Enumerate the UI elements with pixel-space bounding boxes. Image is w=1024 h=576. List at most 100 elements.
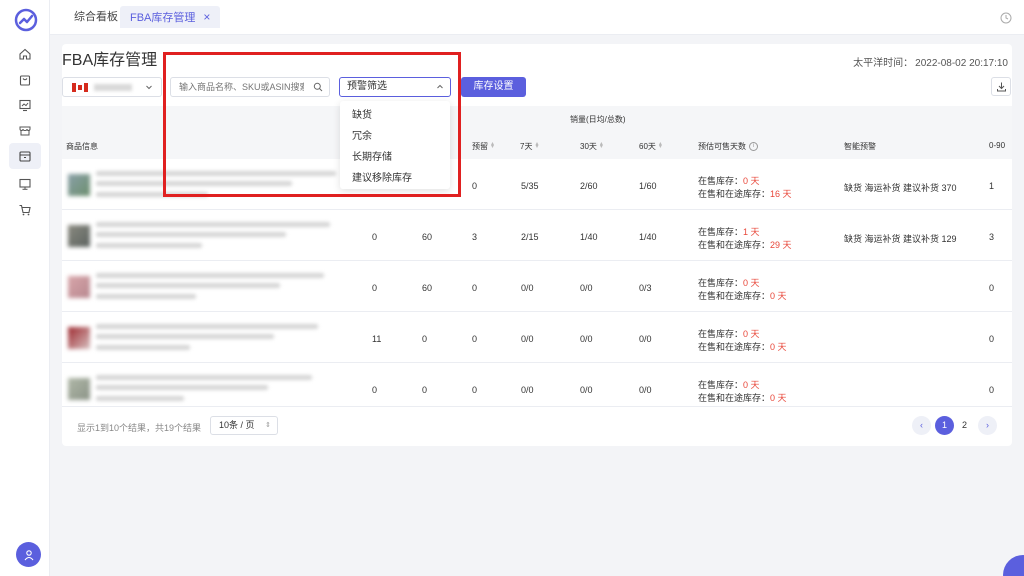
option-redundant[interactable]: 冗余 (340, 126, 450, 147)
th-smart-alert: 智能预警 (844, 142, 876, 151)
cell-age: 0 (989, 334, 995, 344)
sidebar (0, 0, 50, 576)
product-thumbnail[interactable] (68, 276, 90, 298)
search-input[interactable] (179, 82, 304, 92)
cell-reserved: 0 (472, 283, 478, 293)
cell-d7: 2/15 (521, 232, 539, 242)
label: 在售和在途库存： (698, 240, 771, 250)
value: 0 天 (743, 278, 760, 288)
tab-fba-inventory[interactable]: FBA库存管理 × (120, 6, 221, 28)
option-long-term-storage[interactable]: 长期存储 (340, 147, 450, 168)
cell-reserved: 0 (472, 385, 478, 395)
page-1-button[interactable]: 1 (935, 416, 954, 435)
cell-d60: 0/3 (639, 283, 652, 293)
product-info-blurred (96, 396, 184, 401)
days-sellable-total: 在售和在途库存：0 天 (698, 391, 787, 404)
label: 在售库存： (698, 380, 744, 390)
country-select[interactable] (62, 77, 162, 97)
cart-icon[interactable] (15, 200, 35, 220)
value: 0 天 (743, 329, 760, 339)
product-info-blurred (96, 334, 274, 339)
option-out-of-stock[interactable]: 缺货 (340, 105, 450, 126)
download-icon (996, 82, 1006, 92)
cell-age: 0 (989, 385, 995, 395)
product-info-blurred (96, 283, 280, 288)
product-info-blurred (96, 243, 202, 248)
product-thumbnail[interactable] (68, 225, 90, 247)
table-row[interactable]: 0 60 0 0/0 0/0 0/3 0 在售库存：0 天在售和在途库存：0 天 (62, 261, 1012, 312)
value: 0 天 (743, 380, 760, 390)
product-info-blurred (96, 181, 292, 186)
user-avatar[interactable] (16, 542, 41, 567)
value: 0 天 (743, 176, 760, 186)
product-info-blurred (96, 171, 336, 176)
cell-d7: 0/0 (521, 334, 534, 344)
download-button[interactable] (991, 77, 1011, 96)
product-thumbnail[interactable] (68, 378, 90, 400)
th-7d[interactable]: 7天 ▴ ▾ (520, 141, 540, 152)
bag-icon[interactable] (15, 70, 35, 90)
th-age-0-90: 0-90 (989, 141, 1006, 150)
days-sellable-onsale: 在售库存：0 天 (698, 174, 760, 187)
sort-icon[interactable]: ▴ ▾ (659, 141, 664, 150)
cell-reserved: 3 (472, 232, 478, 242)
label: 在售和在途库存： (698, 393, 771, 403)
search-input-wrapper (170, 77, 330, 97)
result-summary: 显示1到10个结果，共19个结果 (77, 423, 202, 433)
table-row[interactable]: 11 0 0 0/0 0/0 0/0 0 在售库存：0 天在售和在途库存：0 天 (62, 312, 1012, 363)
sort-icon[interactable]: ▴ ▾ (600, 141, 605, 150)
help-icon[interactable]: i (749, 142, 758, 152)
product-thumbnail[interactable] (68, 174, 90, 196)
page-2-button[interactable]: 2 (955, 416, 974, 435)
sort-icon[interactable]: ▴ ▾ (491, 141, 496, 150)
label: 在售和在途库存： (698, 342, 771, 352)
close-icon[interactable]: × (203, 10, 210, 24)
prev-page-button[interactable]: ‹ (912, 416, 931, 435)
sort-icon[interactable]: ▴ ▾ (535, 141, 540, 150)
updown-icon: ⇕ (265, 422, 271, 429)
search-icon[interactable] (313, 82, 323, 92)
canada-flag-icon (72, 83, 88, 92)
label: 在售和在途库存： (698, 291, 771, 301)
next-page-button[interactable]: › (978, 416, 997, 435)
table-row[interactable]: 0 60 3 2/15 1/40 1/40 3 在售库存：1 天在售和在途库存：29 天 缺货 … (62, 210, 1012, 261)
store-icon[interactable] (15, 120, 35, 140)
table-row[interactable]: 0 0 0 0/0 0/0 0/0 0 在售库存：0 天在售和在途库存：0 天 (62, 363, 1012, 407)
cell-smart-alert: 缺货 海运补货 建议补货 129 (844, 234, 957, 244)
th-30d[interactable]: 30天 ▴ ▾ (580, 141, 605, 152)
value: 29 天 (770, 240, 792, 250)
monitor-icon[interactable] (15, 174, 35, 194)
tab-dashboard[interactable]: 综合看板 (64, 6, 128, 28)
logo-icon[interactable] (14, 8, 38, 32)
value: 0 天 (770, 342, 787, 352)
product-thumbnail[interactable] (68, 327, 90, 349)
cell-c1: 0 (372, 232, 378, 242)
cell-reserved: 0 (472, 181, 478, 191)
th-reserved[interactable]: 预留 ▴ ▾ (472, 141, 496, 152)
cell-d7: 0/0 (521, 283, 534, 293)
cell-d60: 0/0 (639, 334, 652, 344)
alert-filter-select[interactable]: 预警筛选 (339, 77, 451, 97)
cell-c2: 0 (422, 385, 428, 395)
clock-icon[interactable] (1000, 12, 1012, 24)
label: 在售库存： (698, 176, 744, 186)
option-suggest-removal[interactable]: 建议移除库存 (340, 168, 450, 189)
days-sellable-total: 在售和在途库存：29 天 (698, 238, 792, 251)
label: 在售和在途库存： (698, 189, 771, 199)
cell-c1: 11 (372, 334, 382, 344)
cell-d60: 1/60 (639, 181, 657, 191)
box-icon[interactable] (9, 143, 41, 169)
cell-c1: 0 (372, 385, 378, 395)
chat-bubble[interactable] (1003, 555, 1024, 576)
chart-icon[interactable] (15, 95, 35, 115)
cell-smart-alert: 缺货 海运补货 建议补货 370 (844, 183, 957, 193)
th-60d[interactable]: 60天 ▴ ▾ (639, 141, 664, 152)
table-row[interactable]: 0 5/35 2/60 1/60 1 在售库存：0 天在售和在途库存：16 天 缺货 海运补… (62, 159, 1012, 210)
cell-d60: 1/40 (639, 232, 657, 242)
chevron-up-icon (437, 84, 443, 89)
label: 在售库存： (698, 227, 744, 237)
inventory-settings-button[interactable]: 库存设置 (461, 77, 526, 97)
home-icon[interactable] (15, 44, 35, 64)
days-sellable-total: 在售和在途库存：0 天 (698, 340, 787, 353)
page-size-select[interactable]: 10条 / 页 ⇕ (210, 416, 278, 435)
